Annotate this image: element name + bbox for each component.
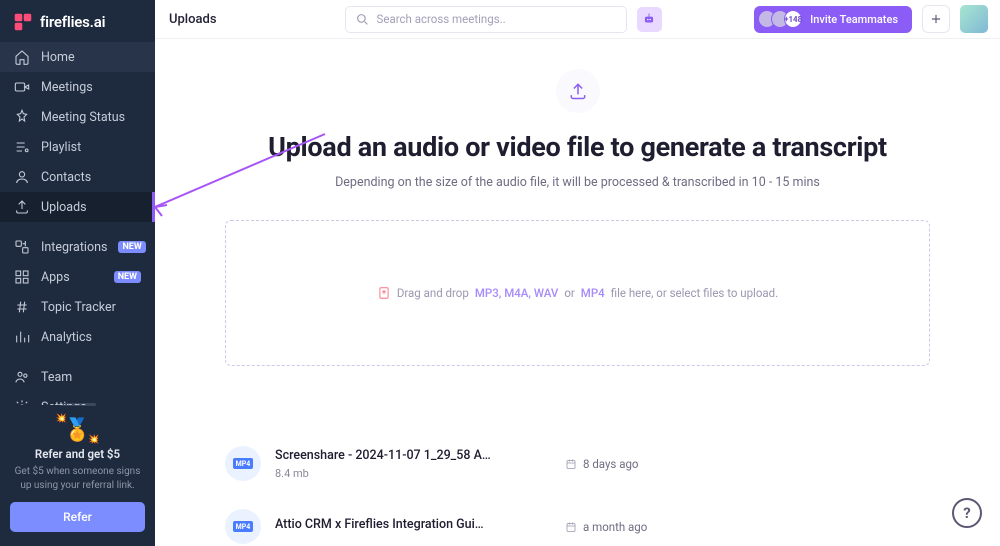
file-row[interactable]: MP4 Screenshare - 2024-11-07 1_29_58 AM.… — [225, 436, 930, 499]
file-upload-icon — [377, 286, 391, 300]
contacts-icon — [14, 169, 30, 185]
uploaded-files-list: MP4 Screenshare - 2024-11-07 1_29_58 AM.… — [225, 436, 930, 546]
sidebar-item-label: Analytics — [41, 330, 92, 345]
drop-audio-formats: MP3, M4A, WAV — [475, 286, 558, 300]
teammate-count-badge: +148 — [784, 10, 802, 28]
refer-icon: 🏅 — [64, 418, 91, 443]
upload-heading: Upload an audio or video file to generat… — [225, 131, 930, 163]
sidebar-item-label: Playlist — [41, 140, 81, 155]
file-date: 8 days ago — [565, 457, 638, 471]
status-icon — [14, 109, 30, 125]
search-box[interactable] — [345, 6, 627, 33]
sidebar-item-uploads[interactable]: Uploads — [0, 192, 155, 222]
sidebar-item-apps[interactable]: Apps NEW — [0, 262, 155, 292]
main-scroll: Upload an audio or video file to generat… — [155, 39, 1000, 546]
upload-hero-icon — [556, 69, 600, 113]
add-button[interactable] — [922, 5, 950, 33]
drop-zone[interactable]: Drag and drop MP3, M4A, WAV or MP4 file … — [225, 220, 930, 366]
file-thumb: MP4 — [225, 509, 261, 544]
new-badge: NEW — [114, 271, 141, 283]
home-icon — [14, 49, 30, 65]
sidebar-item-topic-tracker[interactable]: Topic Tracker — [0, 292, 155, 322]
sidebar-item-label: Contacts — [41, 170, 91, 185]
logo-icon — [14, 13, 32, 31]
file-name: Attio CRM x Fireflies Integration Gui… — [275, 517, 495, 532]
invite-label: Invite Teammates — [810, 13, 898, 26]
search-input[interactable] — [377, 12, 616, 26]
file-thumb: MP4 — [225, 446, 261, 481]
analytics-icon — [14, 329, 30, 345]
search-icon — [356, 13, 369, 26]
sidebar-item-contacts[interactable]: Contacts — [0, 162, 155, 192]
help-button[interactable]: ? — [952, 498, 982, 528]
sidebar-item-analytics[interactable]: Analytics — [0, 322, 155, 352]
upload-icon — [14, 199, 30, 215]
file-size: 8.4 mb — [275, 467, 565, 480]
drop-or: or — [564, 286, 574, 300]
topbar: Uploads +148 Invite Teammates — [155, 0, 1000, 39]
sidebar-item-label: Settings — [41, 400, 87, 406]
video-icon — [14, 79, 30, 95]
refer-sub: Get $5 when someone signs up using your … — [10, 465, 145, 492]
content-area: Uploads +148 Invite Teammates — [155, 0, 1000, 546]
gear-icon — [14, 399, 30, 405]
invite-teammates-button[interactable]: +148 Invite Teammates — [754, 6, 912, 33]
page-title: Uploads — [169, 12, 217, 27]
sidebar-item-meeting-status[interactable]: Meeting Status — [0, 102, 155, 132]
file-name: Screenshare - 2024-11-07 1_29_58 AM.m… — [275, 448, 495, 463]
sidebar-item-home[interactable]: Home — [0, 42, 155, 72]
file-type-badge: MP4 — [233, 458, 254, 469]
calendar-icon — [565, 521, 577, 533]
file-row[interactable]: MP4 Attio CRM x Fireflies Integration Gu… — [225, 499, 930, 546]
sidebar-item-settings[interactable]: Settings — [0, 392, 155, 405]
sidebar-item-label: Meetings — [41, 80, 93, 95]
drop-prefix: Drag and drop — [397, 286, 469, 300]
drop-video-format: MP4 — [581, 286, 605, 300]
file-type-badge: MP4 — [233, 521, 254, 532]
nav: Home Meetings Meeting Status Playlist Co… — [0, 42, 155, 405]
sidebar-item-meetings[interactable]: Meetings — [0, 72, 155, 102]
sidebar-item-team[interactable]: Team — [0, 362, 155, 392]
assistant-button[interactable] — [637, 7, 662, 32]
sidebar: fireflies.ai Home Meetings Meeting Statu… — [0, 0, 155, 546]
sidebar-item-label: Apps — [41, 270, 70, 285]
calendar-icon — [565, 458, 577, 470]
upload-subheading: Depending on the size of the audio file,… — [225, 175, 930, 190]
drop-suffix: file here, or select files to upload. — [611, 286, 778, 300]
playlist-icon — [14, 139, 30, 155]
logo[interactable]: fireflies.ai — [0, 0, 155, 42]
refer-card: 🏅 Refer and get $5 Get $5 when someone s… — [0, 406, 155, 546]
teammate-avatars: +148 — [758, 10, 802, 28]
team-icon — [14, 369, 30, 385]
apps-icon — [14, 269, 30, 285]
sidebar-item-label: Uploads — [41, 200, 87, 215]
sidebar-item-label: Topic Tracker — [41, 300, 116, 315]
new-badge: NEW — [118, 241, 145, 253]
integrations-icon — [14, 239, 30, 255]
sidebar-item-playlist[interactable]: Playlist — [0, 132, 155, 162]
plus-icon — [929, 12, 943, 26]
sidebar-item-integrations[interactable]: Integrations NEW — [0, 232, 155, 262]
refer-title: Refer and get $5 — [10, 447, 145, 461]
hash-icon — [14, 299, 30, 315]
bot-icon — [642, 12, 656, 26]
logo-text: fireflies.ai — [40, 13, 105, 31]
sidebar-item-label: Home — [41, 50, 75, 65]
sidebar-item-label: Integrations — [41, 240, 107, 255]
user-avatar[interactable] — [960, 5, 988, 33]
file-date: a month ago — [565, 520, 647, 534]
refer-button[interactable]: Refer — [10, 502, 145, 532]
sidebar-item-label: Team — [41, 370, 72, 385]
sidebar-item-label: Meeting Status — [41, 110, 125, 125]
